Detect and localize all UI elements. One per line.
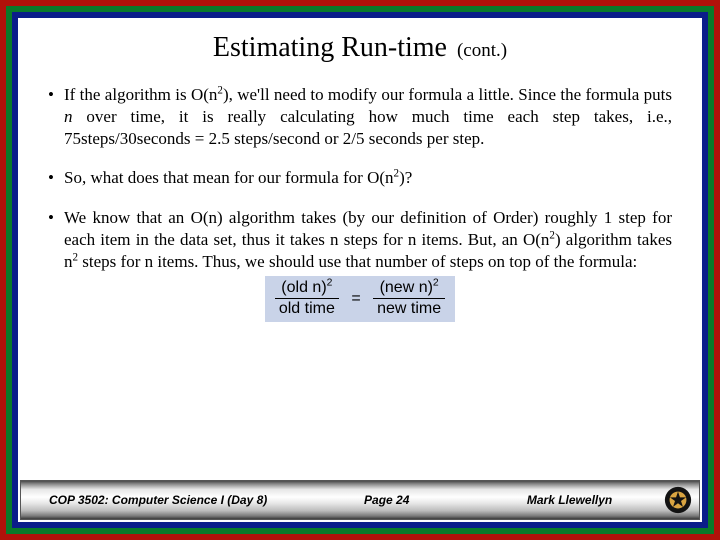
b1-pre: If the algorithm is O(n [64, 85, 217, 104]
b1-mid1: ), we'll need to modify our formula a li… [223, 85, 672, 104]
frac-right-den: new time [373, 299, 445, 317]
new-n: new n [385, 279, 428, 296]
frac-left-num: (old n)2 [275, 280, 339, 299]
exp-right: 2 [433, 278, 439, 289]
fraction-right: (new n)2 new time [373, 280, 445, 317]
fraction-left: (old n)2 old time [275, 280, 339, 317]
slide-title: Estimating Run-time (cont.) [18, 18, 702, 74]
frac-right-num: (new n)2 [373, 280, 445, 299]
b1-ital-n: n [64, 107, 73, 126]
outer-border-red: Estimating Run-time (cont.) • If the alg… [0, 0, 720, 540]
slide-content: • If the algorithm is O(n2), we'll need … [18, 74, 702, 480]
old-n: old n [287, 279, 322, 296]
bullet-3: • We know that an O(n) algorithm takes (… [48, 207, 672, 272]
bullet-3-text: We know that an O(n) algorithm takes (by… [64, 207, 672, 272]
bullet-1-text: If the algorithm is O(n2), we'll need to… [64, 84, 672, 149]
b1-mid2: over time, it is really calculating how … [64, 107, 672, 148]
formula-container: (old n)2 old time = (new n)2 new time [48, 276, 672, 322]
frac-left-den: old time [275, 299, 339, 317]
formula-box: (old n)2 old time = (new n)2 new time [265, 276, 455, 322]
bullet-2: • So, what does that mean for our formul… [48, 167, 672, 189]
bullet-marker: • [48, 207, 64, 272]
bullet-1: • If the algorithm is O(n2), we'll need … [48, 84, 672, 149]
bullet-marker: • [48, 167, 64, 189]
b2-post: )? [399, 168, 412, 187]
slide-body: Estimating Run-time (cont.) • If the alg… [18, 18, 702, 522]
bullet-2-text: So, what does that mean for our formula … [64, 167, 672, 189]
inner-border-blue: Estimating Run-time (cont.) • If the alg… [12, 12, 708, 528]
footer-course: COP 3502: Computer Science I (Day 8) [21, 493, 295, 507]
bullet-marker: • [48, 84, 64, 149]
b3-post: steps for n items. Thus, we should use t… [78, 252, 637, 271]
title-suffix: (cont.) [457, 40, 507, 61]
ucf-logo-icon [663, 485, 693, 515]
title-main: Estimating Run-time [213, 32, 447, 63]
equals-sign: = [343, 291, 368, 307]
footer-author: Mark Llewellyn [478, 493, 661, 507]
footer-bar: COP 3502: Computer Science I (Day 8) Pag… [20, 480, 700, 520]
exp-left: 2 [327, 278, 333, 289]
footer-page: Page 24 [295, 493, 478, 507]
mid-border-green: Estimating Run-time (cont.) • If the alg… [6, 6, 714, 534]
b2-pre: So, what does that mean for our formula … [64, 168, 394, 187]
